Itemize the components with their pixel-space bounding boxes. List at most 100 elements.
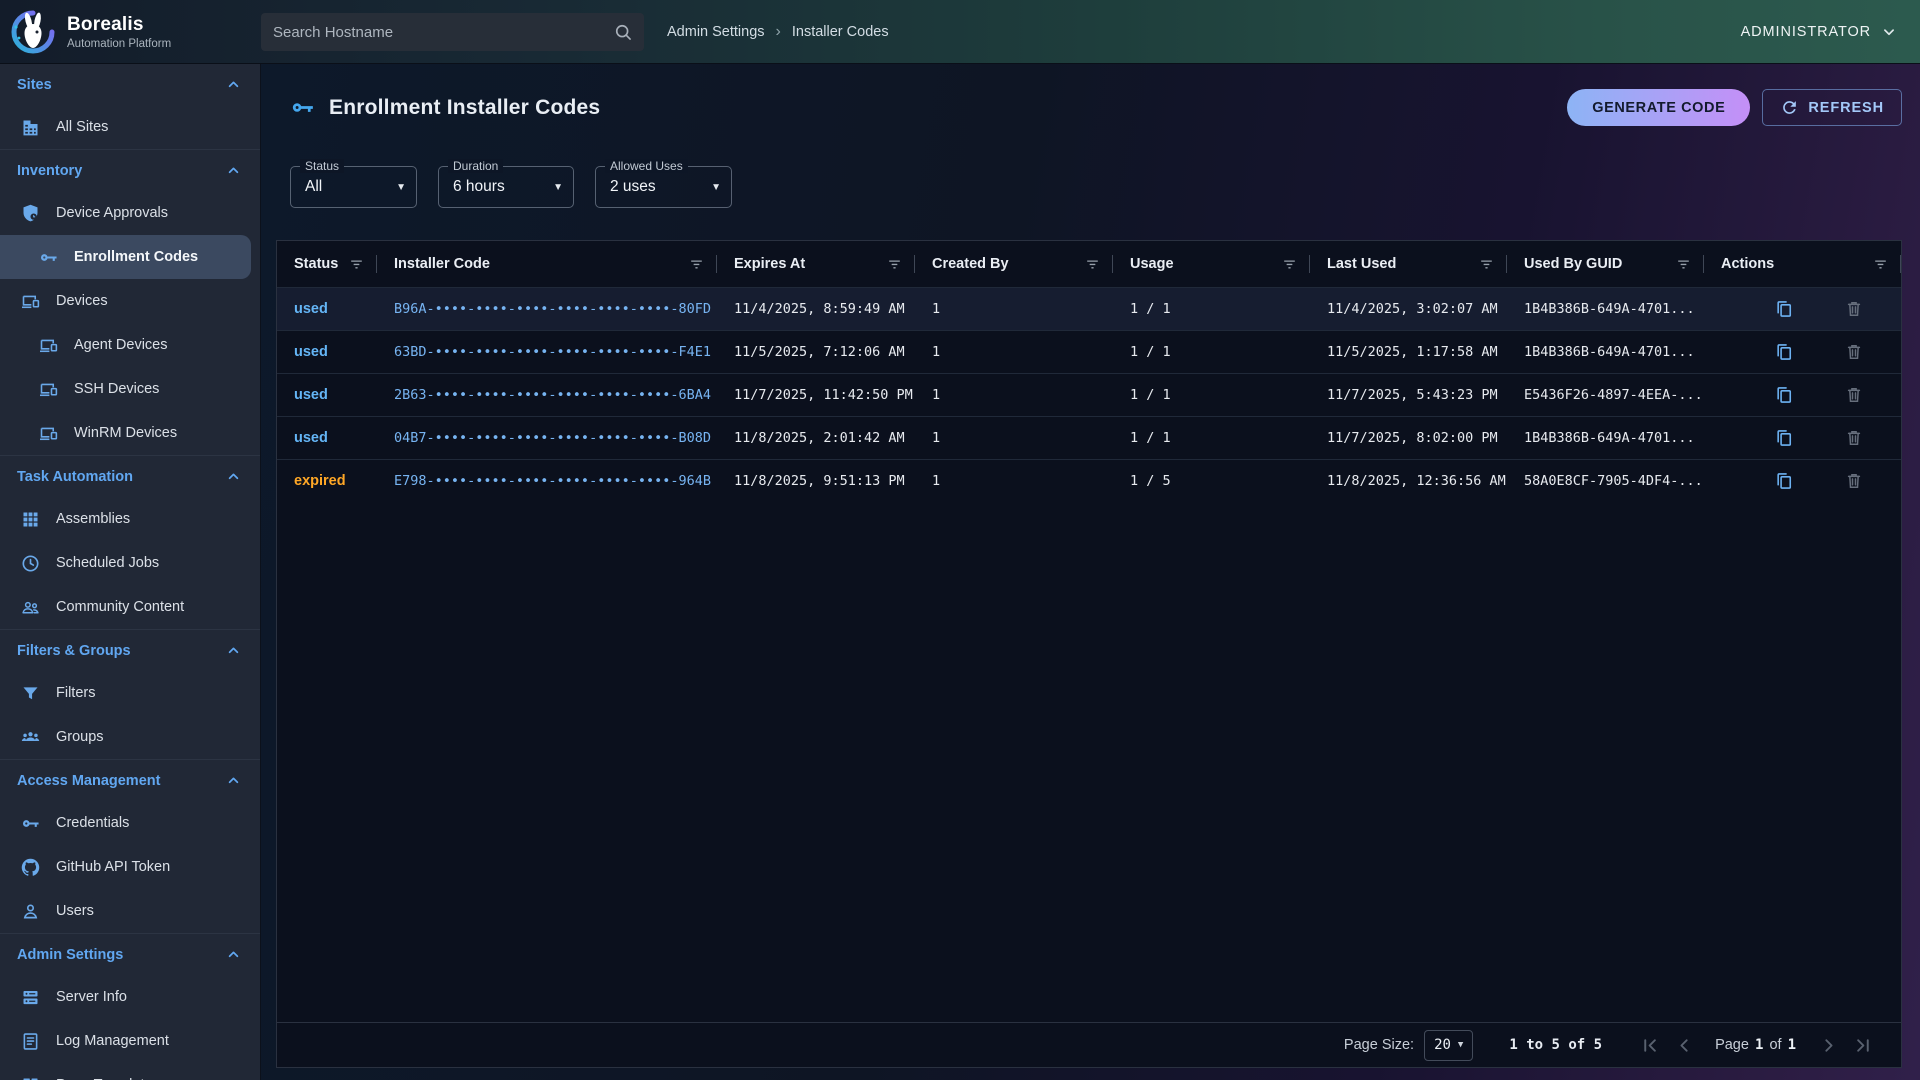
sidebar-section-header-task-automation[interactable]: Task Automation	[0, 456, 260, 497]
sidebar-item-filters[interactable]: Filters	[0, 671, 260, 715]
last-page-icon[interactable]	[1852, 1035, 1873, 1056]
sidebar-section-header-access-management[interactable]: Access Management	[0, 760, 260, 801]
page-header: Enrollment Installer Codes GENERATE CODE…	[261, 64, 1920, 126]
chevron-up-icon	[225, 772, 242, 789]
copy-code-button[interactable]	[1774, 385, 1794, 405]
status-filter-value: All	[305, 178, 322, 196]
refresh-button[interactable]: REFRESH	[1762, 89, 1902, 126]
devices-icon	[38, 379, 59, 400]
table-row[interactable]: used63BD-••••-••••-••••-••••-••••-••••-F…	[277, 330, 1901, 373]
table-row[interactable]: usedB96A-••••-••••-••••-••••-••••-••••-8…	[277, 287, 1901, 330]
user-menu[interactable]: ADMINISTRATOR	[1741, 0, 1898, 64]
sidebar-item-page-template[interactable]: Page Template	[0, 1063, 260, 1080]
cell-actions	[1704, 288, 1901, 330]
filter-list-icon[interactable]	[1872, 256, 1889, 273]
page-size-select[interactable]: 20 ▼	[1424, 1030, 1473, 1061]
delete-code-button[interactable]	[1844, 342, 1864, 362]
column-header-installer-code[interactable]: Installer Code	[377, 241, 717, 287]
sidebar-item-users[interactable]: Users	[0, 889, 260, 933]
chevron-up-icon	[225, 642, 242, 659]
filter-list-icon[interactable]	[886, 256, 903, 273]
sidebar-item-enrollment-codes[interactable]: Enrollment Codes	[0, 235, 251, 279]
sidebar-item-groups[interactable]: Groups	[0, 715, 260, 759]
delete-code-button[interactable]	[1844, 428, 1864, 448]
chevron-down-icon	[1880, 23, 1898, 41]
key-icon	[38, 247, 59, 268]
cell-usage: 1 / 1	[1113, 374, 1310, 416]
sidebar-item-scheduled-jobs[interactable]: Scheduled Jobs	[0, 541, 260, 585]
sidebar-item-devices[interactable]: Devices	[0, 279, 260, 323]
trash-icon	[1844, 471, 1864, 491]
column-header-last-used[interactable]: Last Used	[1310, 241, 1507, 287]
cell-status: used	[277, 331, 377, 373]
dropdown-arrow-icon: ▼	[711, 182, 721, 193]
filter-list-icon[interactable]	[1084, 256, 1101, 273]
delete-code-button[interactable]	[1844, 299, 1864, 319]
dropdown-arrow-icon: ▼	[1458, 1040, 1463, 1050]
allowed-uses-filter-select[interactable]: Allowed Uses 2 uses ▼	[595, 166, 732, 208]
search-input[interactable]	[261, 24, 613, 41]
cell-last-used: 11/5/2025, 1:17:58 AM	[1310, 331, 1507, 373]
cell-last-used: 11/7/2025, 5:43:23 PM	[1310, 374, 1507, 416]
previous-page-icon[interactable]	[1674, 1035, 1695, 1056]
copy-code-button[interactable]	[1774, 299, 1794, 319]
clock-icon	[20, 553, 41, 574]
sidebar-item-credentials[interactable]: Credentials	[0, 801, 260, 845]
generate-code-button[interactable]: GENERATE CODE	[1567, 89, 1750, 126]
dropdown-arrow-icon: ▼	[553, 182, 563, 193]
next-page-icon[interactable]	[1818, 1035, 1839, 1056]
delete-code-button[interactable]	[1844, 471, 1864, 491]
sidebar-item-winrm-devices[interactable]: WinRM Devices	[0, 411, 260, 455]
filter-list-icon[interactable]	[1281, 256, 1298, 273]
delete-code-button[interactable]	[1844, 385, 1864, 405]
copy-code-button[interactable]	[1774, 471, 1794, 491]
allowed-uses-filter-label: Allowed Uses	[605, 159, 688, 173]
range-text: 1 to 5 of 5	[1509, 1037, 1602, 1053]
cell-status: used	[277, 417, 377, 459]
shield-icon	[20, 203, 41, 224]
github-icon	[20, 857, 41, 878]
breadcrumb-item-installer-codes[interactable]: Installer Codes	[792, 24, 889, 40]
sidebar-item-server-info[interactable]: Server Info	[0, 975, 260, 1019]
sidebar-item-github-api-token[interactable]: GitHub API Token	[0, 845, 260, 889]
filter-list-icon[interactable]	[348, 256, 365, 273]
log-icon	[20, 1031, 41, 1052]
sidebar-item-community-content[interactable]: Community Content	[0, 585, 260, 629]
pagination-bar: Page Size: 20 ▼ 1 to 5 of 5 Page 1 of 1	[277, 1022, 1901, 1067]
sidebar-section-header-admin-settings[interactable]: Admin Settings	[0, 934, 260, 975]
status-filter-select[interactable]: Status All ▼	[290, 166, 417, 208]
search-box[interactable]	[261, 13, 644, 51]
table-row[interactable]: used04B7-••••-••••-••••-••••-••••-••••-B…	[277, 416, 1901, 459]
brand[interactable]: Borealis Automation Platform	[0, 8, 252, 56]
sidebar-item-assemblies[interactable]: Assemblies	[0, 497, 260, 541]
cell-usage: 1 / 1	[1113, 288, 1310, 330]
column-header-expires-at[interactable]: Expires At	[717, 241, 915, 287]
sidebar-item-agent-devices[interactable]: Agent Devices	[0, 323, 260, 367]
column-header-created-by[interactable]: Created By	[915, 241, 1113, 287]
first-page-icon[interactable]	[1640, 1035, 1661, 1056]
cell-expires-at: 11/7/2025, 11:42:50 PM	[717, 374, 915, 416]
devices-icon	[38, 423, 59, 444]
sidebar-section-header-filters-groups[interactable]: Filters & Groups	[0, 630, 260, 671]
sidebar-item-all-sites[interactable]: All Sites	[0, 105, 260, 149]
sidebar-section-header-inventory[interactable]: Inventory	[0, 150, 260, 191]
filter-list-icon[interactable]	[1675, 256, 1692, 273]
column-header-usage[interactable]: Usage	[1113, 241, 1310, 287]
sidebar-item-ssh-devices[interactable]: SSH Devices	[0, 367, 260, 411]
breadcrumb-item-admin-settings[interactable]: Admin Settings	[667, 24, 765, 40]
filter-list-icon[interactable]	[688, 256, 705, 273]
main-content: Enrollment Installer Codes GENERATE CODE…	[261, 64, 1920, 1080]
column-header-status[interactable]: Status	[277, 241, 377, 287]
sidebar-section-inventory: InventoryDevice ApprovalsEnrollment Code…	[0, 149, 260, 455]
copy-code-button[interactable]	[1774, 428, 1794, 448]
column-header-actions[interactable]: Actions	[1704, 241, 1901, 287]
sidebar-item-log-management[interactable]: Log Management	[0, 1019, 260, 1063]
table-row[interactable]: expiredE798-••••-••••-••••-••••-••••-•••…	[277, 459, 1901, 502]
copy-code-button[interactable]	[1774, 342, 1794, 362]
sidebar-item-device-approvals[interactable]: Device Approvals	[0, 191, 260, 235]
filter-list-icon[interactable]	[1478, 256, 1495, 273]
table-row[interactable]: used2B63-••••-••••-••••-••••-••••-••••-6…	[277, 373, 1901, 416]
sidebar-section-header-sites[interactable]: Sites	[0, 64, 260, 105]
column-header-used-by-guid[interactable]: Used By GUID	[1507, 241, 1704, 287]
duration-filter-select[interactable]: Duration 6 hours ▼	[438, 166, 574, 208]
